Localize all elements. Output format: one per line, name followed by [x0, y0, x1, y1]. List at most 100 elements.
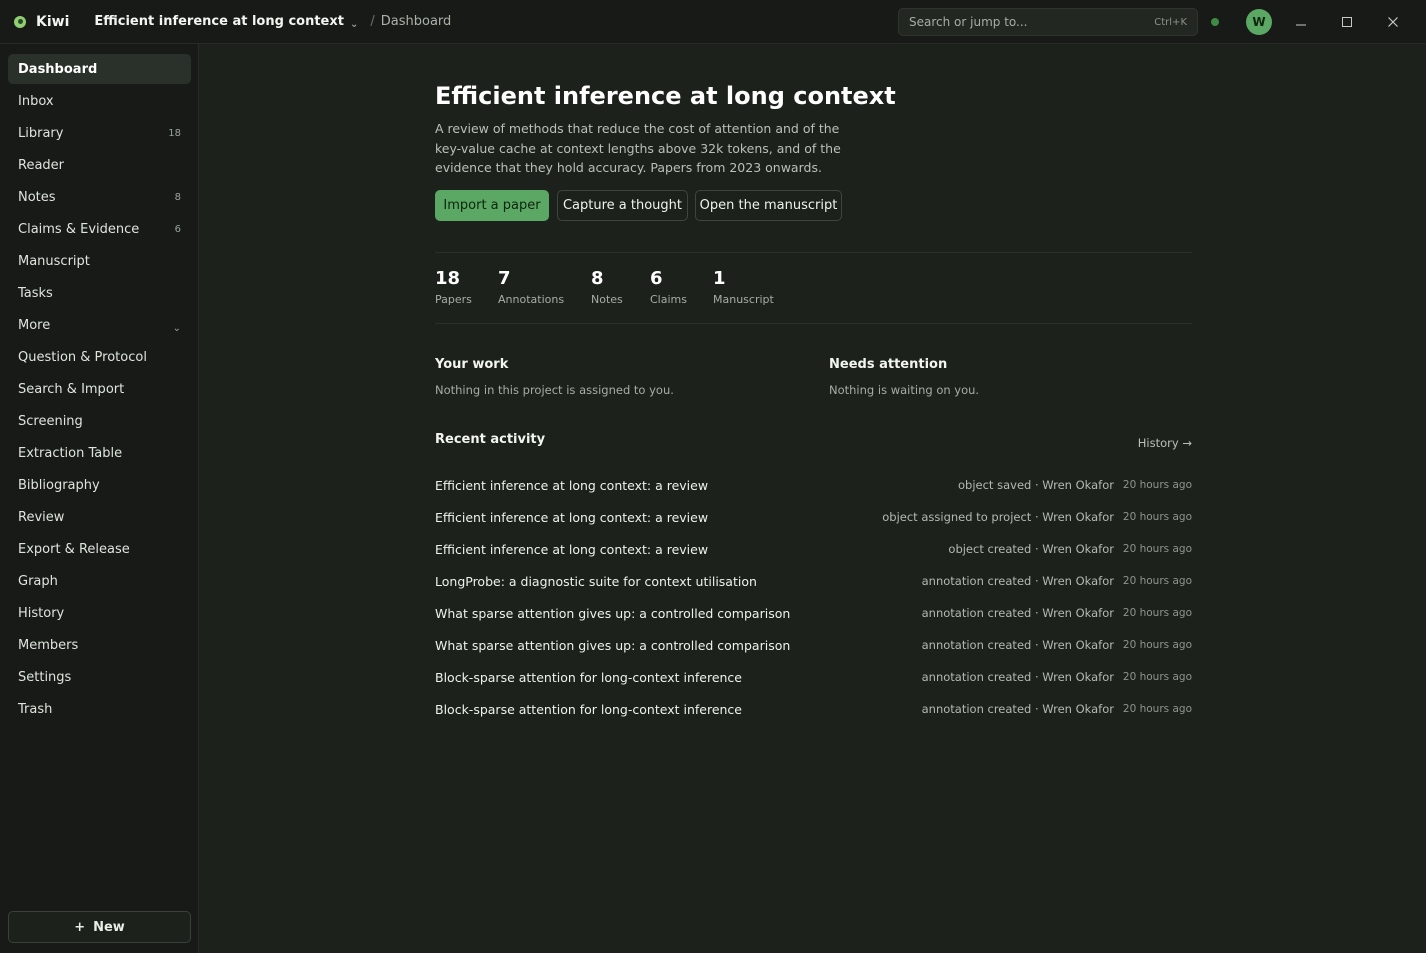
activity-row[interactable]: Block-sparse attention for long-context … [435, 699, 1192, 719]
capture-thought-button[interactable]: Capture a thought [557, 190, 688, 221]
activity-time: 20 hours ago [1122, 511, 1192, 523]
search-input[interactable]: Search or jump to... Ctrl+K [898, 8, 1198, 36]
sidebar-item-label: Notes [18, 189, 56, 205]
sidebar-item-bibliography[interactable]: Bibliography [8, 470, 191, 500]
activity-time: 20 hours ago [1122, 703, 1192, 715]
maximize-button[interactable] [1337, 12, 1357, 32]
your-work-empty-text: Nothing in this project is assigned to y… [435, 383, 674, 397]
minimize-button[interactable] [1291, 12, 1311, 32]
breadcrumb: Dashboard [380, 14, 452, 29]
sidebar-item-more[interactable]: More ⌄ [8, 310, 191, 340]
your-work-heading: Your work [435, 357, 509, 372]
activity-title: LongProbe: a diagnostic suite for contex… [435, 573, 757, 589]
activity-time: 20 hours ago [1122, 479, 1192, 491]
activity-row[interactable]: What sparse attention gives up: a contro… [435, 635, 1192, 655]
sidebar-item-label: Claims & Evidence [18, 221, 140, 237]
sidebar-item-label: Search & Import [18, 381, 125, 397]
stat-label: Claims [650, 293, 687, 306]
activity-time: 20 hours ago [1122, 575, 1192, 587]
breadcrumb-separator: / [370, 14, 375, 29]
sidebar-item-label: Bibliography [18, 477, 100, 493]
activity-title: What sparse attention gives up: a contro… [435, 605, 791, 621]
app-name: Kiwi [36, 13, 70, 30]
open-manuscript-button[interactable]: Open the manuscript [695, 190, 842, 221]
sidebar-item-review[interactable]: Review [8, 502, 191, 532]
history-link[interactable]: History → [1138, 436, 1192, 450]
sidebar-item-tasks[interactable]: Tasks [8, 278, 191, 308]
sidebar-item-members[interactable]: Members [8, 630, 191, 660]
sidebar-item-label: Members [18, 637, 79, 653]
close-icon [1388, 17, 1398, 27]
sidebar-item-label: Extraction Table [18, 445, 123, 461]
activity-time: 20 hours ago [1122, 607, 1192, 619]
sidebar-item-inbox[interactable]: Inbox [8, 86, 191, 116]
stat-manuscript[interactable]: 1 Manuscript [713, 268, 774, 306]
activity-row[interactable]: What sparse attention gives up: a contro… [435, 603, 1192, 623]
chevron-down-icon: ⌄ [349, 19, 359, 30]
stat-label: Annotations [498, 293, 565, 306]
activity-meta: annotation created · Wren Okafor [921, 638, 1114, 652]
top-bar: Kiwi Efficient inference at long context… [0, 0, 1426, 44]
activity-row[interactable]: Efficient inference at long context: a r… [435, 475, 1192, 495]
stat-value: 1 [713, 268, 726, 289]
sidebar-item-label: Reader [18, 157, 65, 173]
activity-row[interactable]: Efficient inference at long context: a r… [435, 539, 1192, 559]
stat-label: Notes [591, 293, 623, 306]
sidebar-item-library[interactable]: Library 18 [8, 118, 191, 148]
sidebar-item-reader[interactable]: Reader [8, 150, 191, 180]
avatar[interactable]: W [1246, 9, 1272, 35]
stat-papers[interactable]: 18 Papers [435, 268, 472, 306]
sidebar-item-history[interactable]: History [8, 598, 191, 628]
sidebar-item-claims-evidence[interactable]: Claims & Evidence 6 [8, 214, 191, 244]
activity-title: Efficient inference at long context: a r… [435, 509, 709, 525]
sidebar-item-label: Manuscript [18, 253, 90, 269]
sidebar-item-screening[interactable]: Screening [8, 406, 191, 436]
sidebar-item-trash[interactable]: Trash [8, 694, 191, 724]
activity-row[interactable]: LongProbe: a diagnostic suite for contex… [435, 571, 1192, 591]
sidebar-item-label: Trash [18, 701, 53, 717]
activity-row[interactable]: Block-sparse attention for long-context … [435, 667, 1192, 687]
search-shortcut: Ctrl+K [1154, 16, 1187, 28]
stat-value: 6 [650, 268, 663, 289]
sidebar-item-label: History [18, 605, 65, 621]
activity-time: 20 hours ago [1122, 543, 1192, 555]
activity-meta: annotation created · Wren Okafor [921, 574, 1114, 588]
page-title: Efficient inference at long context [435, 82, 896, 110]
sidebar-item-question-protocol[interactable]: Question & Protocol [8, 342, 191, 372]
sidebar-item-search-import[interactable]: Search & Import [8, 374, 191, 404]
activity-time: 20 hours ago [1122, 639, 1192, 651]
activity-title: What sparse attention gives up: a contro… [435, 637, 791, 653]
sidebar-item-notes[interactable]: Notes 8 [8, 182, 191, 212]
activity-title: Block-sparse attention for long-context … [435, 669, 742, 685]
divider [435, 323, 1192, 324]
activity-title: Efficient inference at long context: a r… [435, 541, 709, 557]
stat-value: 7 [498, 268, 511, 289]
sidebar-item-settings[interactable]: Settings [8, 662, 191, 692]
sidebar-item-label: Library [18, 125, 64, 141]
project-switcher[interactable]: Efficient inference at long context ⌄ [94, 14, 359, 30]
sidebar-item-graph[interactable]: Graph [8, 566, 191, 596]
sidebar-item-export-release[interactable]: Export & Release [8, 534, 191, 564]
sidebar-item-label: Question & Protocol [18, 349, 147, 365]
stat-label: Manuscript [713, 293, 774, 306]
sidebar-item-label: Settings [18, 669, 72, 685]
new-button[interactable]: + New [8, 911, 191, 943]
stat-notes[interactable]: 8 Notes [591, 268, 623, 306]
project-description: A review of methods that reduce the cost… [435, 121, 841, 175]
close-button[interactable] [1383, 12, 1403, 32]
activity-row[interactable]: Efficient inference at long context: a r… [435, 507, 1192, 527]
stat-claims[interactable]: 6 Claims [650, 268, 687, 306]
stat-label: Papers [435, 293, 472, 306]
sidebar-item-manuscript[interactable]: Manuscript [8, 246, 191, 276]
sidebar-item-label: Inbox [18, 93, 54, 109]
sidebar-item-dashboard[interactable]: Dashboard [8, 54, 191, 84]
sidebar-item-label: Tasks [18, 285, 53, 301]
count-badge: 8 [174, 191, 181, 203]
app-logo[interactable]: Kiwi [14, 14, 69, 30]
stat-annotations[interactable]: 7 Annotations [498, 268, 564, 306]
activity-meta: object assigned to project · Wren Okafor [882, 510, 1114, 524]
activity-title: Efficient inference at long context: a r… [435, 477, 709, 493]
divider [435, 252, 1192, 253]
sidebar-item-extraction-table[interactable]: Extraction Table [8, 438, 191, 468]
import-paper-button[interactable]: Import a paper [435, 190, 549, 221]
